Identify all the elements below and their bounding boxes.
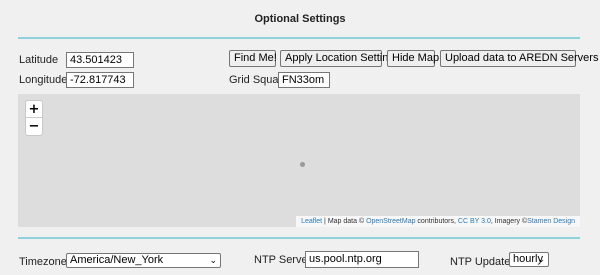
ntp-server-label: NTP Server xyxy=(254,254,312,266)
page-title: Optional Settings xyxy=(254,13,346,25)
timezone-value: America/New_York xyxy=(70,254,164,266)
attrib-text-3: , Imagery © xyxy=(490,218,528,225)
timezone-label: Timezone xyxy=(19,256,67,268)
ntp-server-input[interactable]: us.pool.ntp.org xyxy=(305,251,419,268)
section-divider-top xyxy=(18,37,580,39)
ntp-updates-label: NTP Updates xyxy=(450,256,516,268)
grid-square-input[interactable]: FN33om xyxy=(278,72,330,88)
cc-link[interactable]: CC BY 3.0 xyxy=(458,218,491,225)
upload-aredn-button[interactable]: Upload data to AREDN Servers xyxy=(440,50,598,67)
zoom-in-button[interactable]: + xyxy=(26,101,42,118)
timezone-select[interactable]: America/New_York ⌄ xyxy=(66,253,221,268)
latitude-input[interactable]: 43.501423 xyxy=(66,52,134,68)
chevron-down-icon: ⌄ xyxy=(537,254,545,264)
hide-map-button[interactable]: Hide Map xyxy=(387,50,439,67)
zoom-out-button[interactable]: − xyxy=(26,118,42,135)
ntp-updates-select[interactable]: hourly ⌄ xyxy=(509,252,549,267)
leaflet-link[interactable]: Leaflet xyxy=(301,218,322,225)
map-attribution: Leaflet | Map data © OpenStreetMap contr… xyxy=(296,216,580,227)
location-map[interactable]: + − Leaflet | Map data © OpenStreetMap c… xyxy=(18,94,580,227)
zoom-control: + − xyxy=(25,100,43,136)
stamen-link[interactable]: Stamen Design xyxy=(527,218,575,225)
apply-location-button[interactable]: Apply Location Settings xyxy=(280,50,400,67)
chevron-down-icon: ⌄ xyxy=(209,255,217,265)
attrib-text-2: contributors, xyxy=(415,218,458,225)
section-divider-bottom xyxy=(18,237,580,239)
osm-link[interactable]: OpenStreetMap xyxy=(366,218,415,225)
attrib-text-1: | Map data © xyxy=(322,218,367,225)
location-marker[interactable] xyxy=(300,162,305,167)
latitude-label: Latitude xyxy=(19,54,59,66)
longitude-input[interactable]: -72.817743 xyxy=(66,72,134,88)
longitude-label: Longitude xyxy=(19,74,68,86)
find-me-button[interactable]: Find Me! xyxy=(229,50,277,67)
